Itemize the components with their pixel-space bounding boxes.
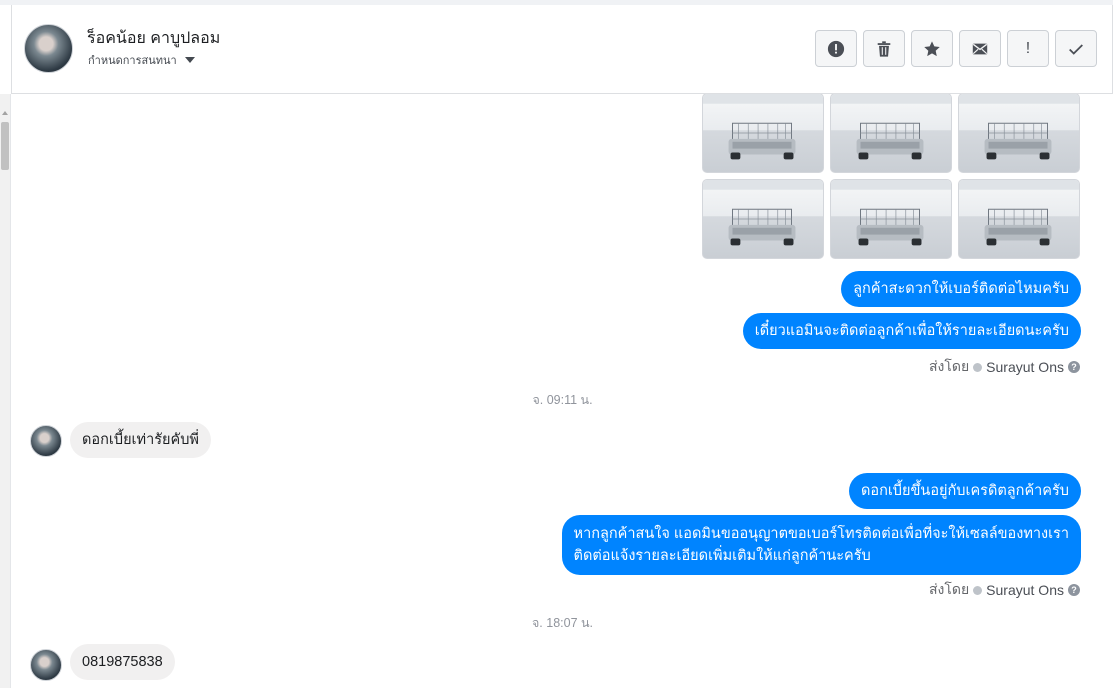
header-toolbar: ! <box>815 30 1097 67</box>
scroll-up-arrow-icon[interactable] <box>2 111 8 115</box>
truck-photo[interactable] <box>830 179 952 259</box>
sent-by-name[interactable]: Surayut Ons <box>986 359 1064 375</box>
trash-icon <box>877 40 891 57</box>
caret-down-icon <box>184 57 195 63</box>
timestamp: จ. 18:07 น. <box>531 616 594 630</box>
sent-by-prefix: ส่งโดย <box>928 581 970 597</box>
agent-status-icon <box>973 362 983 372</box>
incoming-message[interactable]: ดอกเบี้ยเท่ารัยคับพี่ <box>70 422 211 458</box>
truck-photo[interactable] <box>958 179 1080 259</box>
star-icon <box>924 40 940 56</box>
sent-by-name[interactable]: Surayut Ons <box>986 582 1064 598</box>
truck-photo[interactable] <box>702 179 824 259</box>
mark-done-button[interactable] <box>1055 30 1097 67</box>
truck-photo[interactable] <box>830 94 952 173</box>
timestamp: จ. 09:11 น. <box>532 393 593 407</box>
scroll-thumb[interactable] <box>1 122 9 170</box>
mark-unread-button[interactable] <box>959 30 1001 67</box>
exclamation-icon: ! <box>1025 39 1031 57</box>
assign-conversation-dropdown[interactable]: กำหนดการสนทนา <box>88 51 195 69</box>
outgoing-message[interactable]: เดี๋ยวแอมินจะติดต่อลูกค้าเพื่อให้รายละเอ… <box>742 313 1081 349</box>
contact-avatar-small[interactable] <box>30 649 62 681</box>
checkmark-icon <box>1069 43 1083 55</box>
conversation-pane: ร็อคน้อย คาบูปลอม กำหนดการสนทนา ! ลูกค้า… <box>0 0 1113 688</box>
envelope-icon <box>972 43 988 54</box>
contact-name[interactable]: ร็อคน้อย คาบูปลอม <box>87 26 220 51</box>
follow-up-button[interactable]: ! <box>1007 30 1049 67</box>
message-list: ลูกค้าสะดวกให้เบอร์ติดต่อไหมครับ เดี๋ยวแ… <box>12 94 1113 688</box>
message-line: หากลูกค้าสนใจ แอดมินขออนุญาตขอเบอร์โทรติ… <box>573 526 1069 542</box>
exclamation-circle-icon <box>827 40 845 57</box>
truck-photo[interactable] <box>958 94 1080 173</box>
contact-avatar-small[interactable] <box>30 425 62 457</box>
sent-by-prefix: ส่งโดย <box>928 358 970 374</box>
outgoing-message[interactable]: ดอกเบี้ยขึ้นอยู่กับเครดิตลูกค้าครับ <box>848 473 1081 509</box>
sent-by-label: ส่งโดย Surayut Ons ? <box>929 356 1080 378</box>
delete-button[interactable] <box>863 30 905 67</box>
photo-attachment-grid <box>702 94 1080 259</box>
scrollbar[interactable] <box>0 94 11 688</box>
help-icon[interactable]: ? <box>1068 361 1080 373</box>
truck-photo[interactable] <box>702 94 824 173</box>
sent-by-label: ส่งโดย Surayut Ons ? <box>929 579 1080 601</box>
message-line: ติดต่อแจ้งรายละเอียดเพิ่มเติมให้แก่ลูกค้… <box>573 548 871 564</box>
outgoing-message[interactable]: ลูกค้าสะดวกให้เบอร์ติดต่อไหมครับ <box>841 271 1081 307</box>
outgoing-message-multiline[interactable]: หากลูกค้าสนใจ แอดมินขออนุญาตขอเบอร์โทรติ… <box>561 515 1081 575</box>
help-icon[interactable]: ? <box>1068 584 1080 596</box>
assign-label: กำหนดการสนทนา <box>88 55 177 67</box>
mark-spam-button[interactable] <box>815 30 857 67</box>
conversation-header: ร็อคน้อย คาบูปลอม กำหนดการสนทนา ! <box>11 5 1113 94</box>
incoming-message[interactable]: 0819875838 <box>70 644 175 680</box>
agent-status-icon <box>973 585 983 595</box>
star-button[interactable] <box>911 30 953 67</box>
contact-avatar[interactable] <box>24 24 73 73</box>
